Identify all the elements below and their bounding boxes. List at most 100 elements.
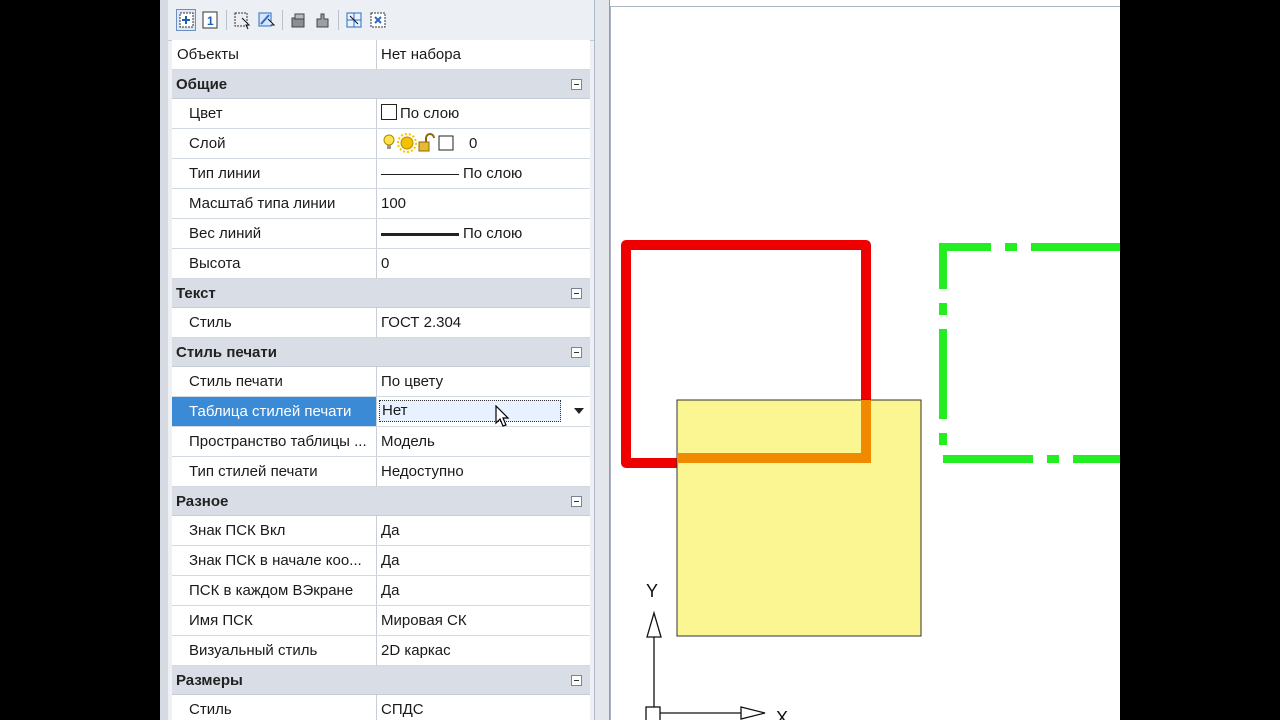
grid-icon[interactable] [344,9,364,31]
prop-plot-space-label: Пространство таблицы ... [172,427,377,456]
axis-x-label: X [776,708,788,720]
category-general-title: Общие [176,76,228,93]
prop-layer-text: 0 [469,135,478,152]
prop-layer-value[interactable]: 0 [377,129,590,158]
prop-text-style-label: Стиль [172,308,377,337]
unlock-icon [418,133,435,152]
select-objects-icon[interactable] [232,9,252,31]
prop-ucs-vp-value[interactable]: Да [377,576,590,605]
prop-lineweight-row[interactable]: Вес линий По слою [172,219,590,249]
prop-ucs-on-label: Знак ПСК Вкл [172,516,377,545]
prop-ucs-on-value[interactable]: Да [377,516,590,545]
prop-linetype-text: По слою [463,165,523,182]
objects-value[interactable]: Нет набора [377,40,590,69]
prop-ucs-origin-row[interactable]: Знак ПСК в начале коо... Да [172,546,590,576]
prop-dim-style-row[interactable]: Стиль СПДС [172,695,590,720]
prop-plot-table-label: Таблица стилей печати [172,397,377,426]
prop-height-row[interactable]: Высота 0 [172,249,590,279]
category-plot-style-title: Стиль печати [176,344,277,361]
prop-ucs-vp-row[interactable]: ПСК в каждом ВЭкране Да [172,576,590,606]
prop-linetype-label: Тип линии [172,159,377,188]
prop-ucs-name-value[interactable]: Мировая СК [377,606,590,635]
prop-text-style-value[interactable]: ГОСТ 2.304 [377,308,590,337]
linetype-sample [381,173,459,175]
chevron-down-icon[interactable] [574,408,584,414]
app-window: 1 Объекты Нет набора Общие Цвет По слою … [160,0,1120,720]
hide-icon[interactable] [368,9,388,31]
prop-height-label: Высота [172,249,377,278]
plot-table-dropdown-text: Нет [382,402,408,419]
prop-plot-style-row[interactable]: Стиль печати По цвету [172,367,590,397]
prop-height-value[interactable]: 0 [377,249,590,278]
prop-plot-space-row[interactable]: Пространство таблицы ... Модель [172,427,590,457]
prop-visual-style-label: Визуальный стиль [172,636,377,665]
prop-dim-style-label: Стиль [172,695,377,720]
collapse-icon[interactable] [571,675,582,686]
prop-plot-type-row[interactable]: Тип стилей печати Недоступно [172,457,590,487]
prop-ucs-on-row[interactable]: Знак ПСК Вкл Да [172,516,590,546]
prop-lineweight-value[interactable]: По слою [377,219,590,248]
quick-select-icon[interactable] [176,9,196,31]
prop-ltscale-row[interactable]: Масштаб типа линии 100 [172,189,590,219]
panel-splitter[interactable] [594,0,610,720]
category-dimensions[interactable]: Размеры [172,666,590,695]
prop-visual-style-value[interactable]: 2D каркас [377,636,590,665]
plot-table-dropdown[interactable]: Нет [379,400,561,422]
category-text-title: Текст [176,285,216,302]
collapse-icon[interactable] [571,496,582,507]
green-dashed-square[interactable] [939,243,1120,463]
category-misc-title: Разное [176,493,229,510]
prop-ucs-name-label: Имя ПСК [172,606,377,635]
category-general[interactable]: Общие [172,70,590,99]
collapse-icon[interactable] [571,288,582,299]
sun-icon [397,133,417,153]
svg-text:1: 1 [207,14,214,28]
drawing-canvas[interactable]: Y X [610,6,1120,720]
prop-linetype-row[interactable]: Тип линии По слою [172,159,590,189]
prop-visual-style-row[interactable]: Визуальный стиль 2D каркас [172,636,590,666]
prop-plot-type-label: Тип стилей печати [172,457,377,486]
category-text[interactable]: Текст [172,279,590,308]
prop-color-text: По слою [400,105,460,122]
layer-color-swatch-icon [438,135,454,151]
yellow-square[interactable] [676,399,922,637]
prop-plot-type-value[interactable]: Недоступно [377,457,590,486]
prop-lineweight-label: Вес линий [172,219,377,248]
prop-ltscale-value[interactable]: 100 [377,189,590,218]
category-misc[interactable]: Разное [172,487,590,516]
category-dimensions-title: Размеры [176,672,243,689]
toggle-pickadd-icon[interactable]: 1 [200,9,220,31]
collapse-icon[interactable] [571,79,582,90]
prop-layer-label: Слой [172,129,377,158]
prop-color-value[interactable]: По слою [377,99,590,128]
prop-ucs-name-row[interactable]: Имя ПСК Мировая СК [172,606,590,636]
select-similar-icon[interactable] [256,9,276,31]
mouse-cursor-icon [495,405,510,427]
axis-y-label: Y [646,581,658,601]
properties-grid: Объекты Нет набора Общие Цвет По слою Сл… [172,40,590,720]
prop-plot-table-row[interactable]: Таблица стилей печати Нет [172,397,590,427]
prop-ucs-origin-label: Знак ПСК в начале коо... [172,546,377,575]
prop-plot-space-value[interactable]: Модель [377,427,590,456]
prop-ucs-vp-label: ПСК в каждом ВЭкране [172,576,377,605]
prop-ucs-origin-value[interactable]: Да [377,546,590,575]
prop-color-row[interactable]: Цвет По слою [172,99,590,129]
prop-layer-row[interactable]: Слой 0 [172,129,590,159]
prop-ltscale-label: Масштаб типа линии [172,189,377,218]
prop-dim-style-value[interactable]: СПДС [377,695,590,720]
category-plot-style[interactable]: Стиль печати [172,338,590,367]
prop-plot-table-value[interactable]: Нет [377,397,590,427]
prop-plot-style-value[interactable]: По цвету [377,367,590,396]
collapse-icon[interactable] [571,347,582,358]
layer-state-icons [383,133,454,153]
color-swatch-icon [381,104,397,120]
lineweight-sample [381,232,459,236]
prop-text-style-row[interactable]: Стиль ГОСТ 2.304 [172,308,590,338]
match-properties-icon[interactable] [288,9,308,31]
paste-properties-icon[interactable] [312,9,332,31]
lightbulb-icon [383,134,395,149]
prop-linetype-value[interactable]: По слою [377,159,590,188]
objects-row[interactable]: Объекты Нет набора [172,40,590,70]
prop-lineweight-text: По слою [463,225,523,242]
objects-label: Объекты [172,40,377,69]
